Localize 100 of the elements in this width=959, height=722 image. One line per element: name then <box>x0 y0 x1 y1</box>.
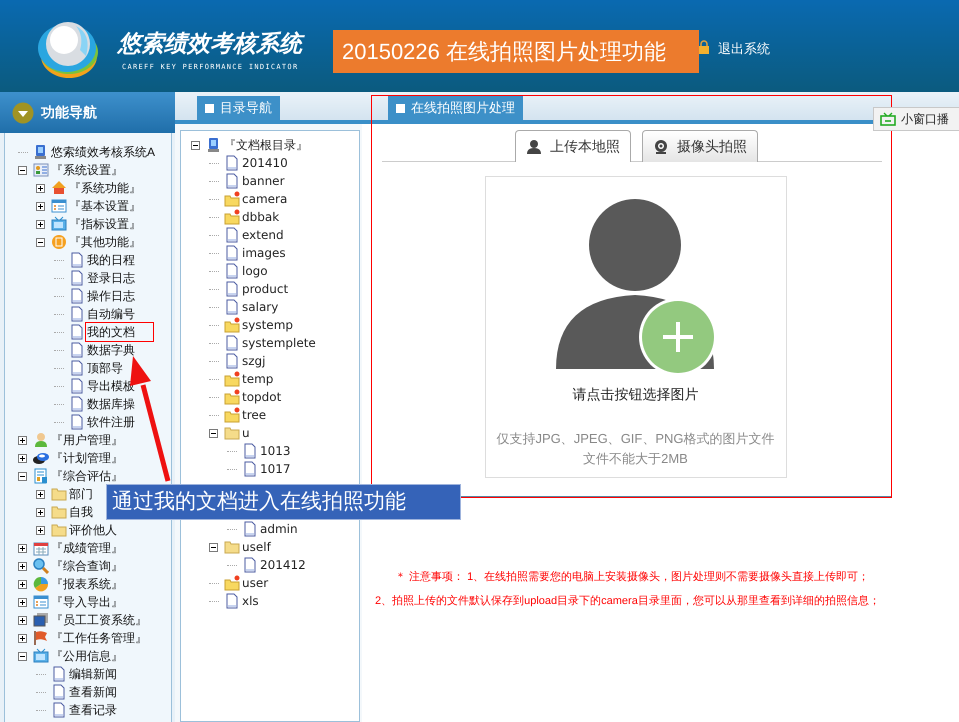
upload-mode-tab[interactable]: 摄像头拍照 <box>642 130 758 162</box>
tree-item[interactable]: 『导入导出』 <box>50 593 124 611</box>
user-icon <box>33 432 49 448</box>
tree-item[interactable]: 悠索绩效考核系统A <box>50 143 156 161</box>
tree-item[interactable]: salary <box>241 298 280 316</box>
tree-item[interactable]: 『文档根目录』 <box>223 136 309 154</box>
tree-item[interactable]: logo <box>241 262 269 280</box>
tree-item[interactable]: 数据字典 <box>86 341 136 359</box>
tree-item[interactable]: 操作日志 <box>86 287 136 305</box>
tree-item[interactable]: 1013 <box>259 442 292 460</box>
tree-item[interactable]: 查看新闻 <box>68 683 118 701</box>
tree-item[interactable]: 『成绩管理』 <box>50 539 124 557</box>
tree-item[interactable]: banner <box>241 172 286 190</box>
tree-item[interactable]: 『员工工资系统』 <box>50 611 148 629</box>
tree-item[interactable]: 软件注册 <box>86 413 136 431</box>
tree-item[interactable]: 『系统功能』 <box>68 179 142 197</box>
upload-card[interactable]: 请点击按钮选择图片 仅支持JPG、JPEG、GIF、PNG格式的图片文件 文件不能大于2MB <box>484 176 786 478</box>
tree-item[interactable]: 『计划管理』 <box>50 449 124 467</box>
tree-item[interactable]: user <box>241 574 270 592</box>
tree-item[interactable]: 数据库操 <box>86 395 136 413</box>
tree-item[interactable]: 『基本设置』 <box>68 197 142 215</box>
expand-toggle[interactable] <box>36 184 45 192</box>
tree-item[interactable]: 登录日志 <box>86 269 136 287</box>
collapse-toggle[interactable] <box>209 542 218 552</box>
tree-item[interactable]: 『公用信息』 <box>50 647 124 665</box>
pie-chart-icon <box>33 576 49 592</box>
tree-item[interactable]: 201412 <box>259 556 307 574</box>
collapse-toggle[interactable] <box>191 140 200 150</box>
tree-item[interactable]: systemplete <box>241 334 317 352</box>
page-icon <box>69 324 85 340</box>
tree-item[interactable]: product <box>241 280 290 298</box>
expand-toggle[interactable] <box>18 562 27 570</box>
page-icon <box>224 593 240 609</box>
tree-item[interactable]: dbbak <box>241 208 280 226</box>
tree-item[interactable]: 『报表系统』 <box>50 575 124 593</box>
tree-item[interactable]: 我的日程 <box>86 251 136 269</box>
tree-item[interactable]: tree <box>241 406 268 424</box>
tree-item[interactable]: xls <box>241 592 260 610</box>
upload-mode-tab[interactable]: 上传本地照 <box>515 130 631 162</box>
collapse-toggle[interactable] <box>209 428 218 438</box>
tree-item[interactable]: 查看记录 <box>68 701 118 719</box>
tree-item[interactable]: 编辑新闻 <box>68 665 118 683</box>
folder-icon <box>224 425 240 441</box>
tree-item[interactable]: images <box>241 244 287 262</box>
expand-toggle[interactable] <box>18 634 27 642</box>
tree-item[interactable]: 自我 <box>68 503 94 521</box>
tree-item[interactable]: 『工作任务管理』 <box>50 629 148 647</box>
expand-toggle[interactable] <box>36 202 45 210</box>
page-icon <box>69 252 85 268</box>
tree-item[interactable]: 评价他人 <box>68 521 118 539</box>
tree-item[interactable]: admin <box>259 520 299 538</box>
tree-item[interactable]: u <box>241 424 251 442</box>
tree-item[interactable]: topdot <box>241 388 282 406</box>
tree-item[interactable]: systemp <box>241 316 294 334</box>
expand-toggle[interactable] <box>18 436 27 444</box>
tree-item[interactable]: 『综合评估』 <box>50 467 124 485</box>
tree-item[interactable]: 顶部导 <box>86 359 124 377</box>
webcam-icon <box>653 138 669 154</box>
expand-toggle[interactable] <box>36 526 45 534</box>
folder-icon <box>51 504 67 520</box>
tree-item[interactable]: extend <box>241 226 285 244</box>
expand-toggle[interactable] <box>36 490 45 498</box>
expand-toggle[interactable] <box>36 508 45 516</box>
upload-prompt: 请点击按钮选择图片 <box>572 385 698 404</box>
tree-item[interactable]: 201410 <box>241 154 289 172</box>
id-card-icon <box>33 162 49 178</box>
expand-toggle[interactable] <box>18 580 27 588</box>
collapse-toggle[interactable] <box>36 238 45 246</box>
page-icon <box>51 684 67 700</box>
tree-item[interactable]: temp <box>241 370 274 388</box>
tv-icon <box>880 112 896 126</box>
expand-toggle[interactable] <box>18 544 27 552</box>
page-icon <box>69 360 85 376</box>
tree-item[interactable]: 『其他功能』 <box>68 233 142 251</box>
tree-item[interactable]: 『指标设置』 <box>68 215 142 233</box>
folder-icon <box>224 209 240 225</box>
expand-toggle[interactable] <box>18 454 27 462</box>
mini-window-button[interactable]: 小窗口播 <box>873 107 959 131</box>
page-icon <box>224 245 240 261</box>
page-icon <box>69 270 85 286</box>
tree-item[interactable]: 『系统设置』 <box>50 161 124 179</box>
tree-item[interactable]: szgj <box>241 352 267 370</box>
expand-toggle[interactable] <box>18 616 27 624</box>
tree-item[interactable]: 1017 <box>259 460 292 478</box>
expand-toggle[interactable] <box>36 220 45 228</box>
tree-item[interactable]: uself <box>241 538 272 556</box>
expand-toggle[interactable] <box>18 598 27 606</box>
collapse-toggle[interactable] <box>18 472 27 480</box>
tree-item[interactable]: 自动编号 <box>86 305 136 323</box>
tree-item[interactable]: 『用户管理』 <box>50 431 124 449</box>
logout-link[interactable]: 退出系统 <box>718 40 770 58</box>
collapse-toggle[interactable] <box>18 166 27 174</box>
tree-item[interactable]: 『综合查询』 <box>50 557 124 575</box>
tree-item[interactable]: 我的文档 <box>86 323 153 341</box>
collapse-toggle[interactable] <box>18 652 27 660</box>
page-icon <box>224 263 240 279</box>
tree-item[interactable]: 部门 <box>68 485 94 503</box>
folder-icon <box>224 191 240 207</box>
upload-hint: 仅支持JPG、JPEG、GIF、PNG格式的图片文件 <box>496 430 775 448</box>
tree-item[interactable]: camera <box>241 190 288 208</box>
